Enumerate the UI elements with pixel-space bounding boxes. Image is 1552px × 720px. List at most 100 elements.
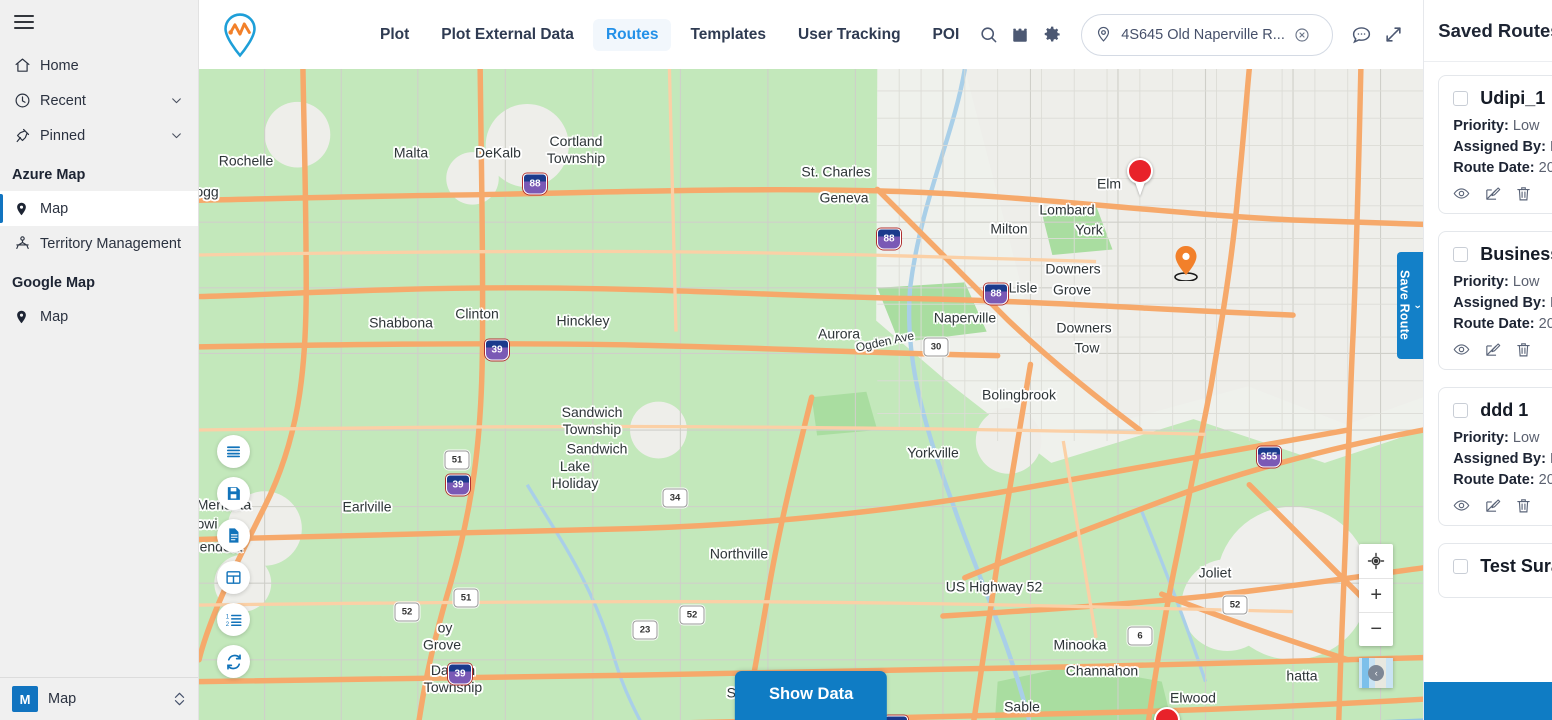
map-badge: M <box>12 686 38 712</box>
map-area[interactable]: Rochelle ogg Malta DeKalb Cortland Township S… <box>199 69 1424 720</box>
save-route-label: Save Route <box>1397 270 1412 341</box>
grid-icon <box>226 571 241 584</box>
route-card[interactable]: Udipi_1 Priority: Low Assigned By: Mike Yo… <box>1438 75 1552 214</box>
clear-circle-icon[interactable] <box>1294 27 1310 43</box>
route-card-header: Test Surat 12 <box>1453 556 1552 577</box>
save-route-tab[interactable]: Save Route › <box>1397 252 1424 359</box>
delete-trash-icon[interactable] <box>1515 185 1532 202</box>
map-route-shield: 88 <box>877 228 901 250</box>
sidebar-footer[interactable]: M Map <box>0 677 198 720</box>
chevron-down-icon[interactable] <box>166 129 186 142</box>
map-pin-logo-icon[interactable] <box>217 12 263 58</box>
tab-routes[interactable]: Routes <box>592 18 672 51</box>
delete-trash-icon[interactable] <box>1515 497 1532 514</box>
svg-text:1: 1 <box>225 614 229 620</box>
edit-pencil-icon[interactable] <box>1484 497 1501 514</box>
grid-button[interactable] <box>217 561 250 594</box>
up-down-chevron-icon[interactable] <box>173 689 186 709</box>
clock-icon <box>14 92 40 109</box>
view-eye-icon[interactable] <box>1453 341 1470 358</box>
tab-plot-external-data[interactable]: Plot External Data <box>428 19 587 51</box>
edit-pencil-icon[interactable] <box>1484 185 1501 202</box>
document-button[interactable] <box>217 519 250 552</box>
sidebar-footer-label: Map <box>48 691 77 707</box>
route-checkbox[interactable] <box>1453 91 1469 106</box>
calendar-icon[interactable] <box>1004 19 1036 51</box>
route-card[interactable]: ddd 1 Priority: Low Assigned By: Mike Youn… <box>1438 387 1552 526</box>
route-priority-value: Low <box>1512 118 1540 134</box>
app-root: Home Recent Pinned Azure Map Map Territo… <box>0 0 1552 720</box>
sidebar-primary-nav: Home Recent Pinned <box>0 44 198 153</box>
crosshair-icon <box>1368 552 1385 570</box>
address-input[interactable]: 4S645 Old Naperville R... <box>1121 27 1285 43</box>
route-date: Route Date: 2024-10-14 <box>1453 160 1552 176</box>
map-route-shield: 80 <box>884 715 908 720</box>
map-pin-red[interactable] <box>1154 707 1180 720</box>
route-checkbox[interactable] <box>1453 247 1469 262</box>
tab-plot[interactable]: Plot <box>367 19 422 51</box>
floppy-disk-icon <box>227 487 240 500</box>
refresh-button[interactable] <box>217 645 250 678</box>
view-eye-icon[interactable] <box>1453 185 1470 202</box>
route-name: Business Tour <box>1480 244 1552 264</box>
route-checkbox[interactable] <box>1453 403 1469 418</box>
route-date: Route Date: 2024-10-23 <box>1453 316 1552 332</box>
route-checkbox[interactable] <box>1453 559 1469 574</box>
sidebar-item-pinned[interactable]: Pinned <box>0 118 198 153</box>
route-card[interactable]: Business Tour Priority: Low Assigned By: M… <box>1438 231 1552 370</box>
expand-arrows-icon[interactable] <box>1377 19 1409 51</box>
map-route-shield: 88 <box>523 173 547 195</box>
sidebar-item-label: Pinned <box>40 127 86 144</box>
sidebar-group-azure-map: Azure Map <box>12 167 86 183</box>
route-date-value: 2024-10-14 <box>1538 160 1552 176</box>
saved-routes-panel: Saved Routes Udipi_1 Priority: Low Assigne… <box>1423 0 1552 720</box>
zoom-out-button[interactable]: − <box>1359 612 1394 646</box>
sidebar-item-google-map[interactable]: Map <box>0 299 198 334</box>
map-route-shield: 51 <box>453 588 479 608</box>
edit-pencil-icon[interactable] <box>1484 341 1501 358</box>
layers-list-button[interactable] <box>217 435 250 468</box>
zoom-in-button[interactable]: + <box>1359 578 1394 612</box>
tab-templates[interactable]: Templates <box>677 19 779 51</box>
sidebar-item-label: Map <box>40 200 69 217</box>
view-eye-icon[interactable] <box>1453 497 1470 514</box>
route-card-header: Udipi_1 <box>1453 88 1552 109</box>
search-icon[interactable] <box>972 19 1004 51</box>
top-right-controls: 4S645 Old Naperville R... <box>972 13 1409 56</box>
map-pin-red[interactable] <box>1127 158 1153 196</box>
saved-routes-list[interactable]: Udipi_1 Priority: Low Assigned By: Mike Yo… <box>1424 62 1552 720</box>
route-assigned-by: Assigned By: Mike Young <box>1453 451 1552 467</box>
collapse-left-icon[interactable]: ‹ <box>1368 665 1385 681</box>
chevron-down-icon[interactable] <box>166 94 186 107</box>
map-route-shield: 6 <box>1127 626 1153 646</box>
go-button[interactable]: Go <box>1424 682 1552 720</box>
locate-me-button[interactable] <box>1359 544 1393 578</box>
sidebar-item-territory-management[interactable]: Territory Management <box>0 226 198 261</box>
location-pin-icon <box>1095 26 1112 43</box>
sidebar-item-azure-map[interactable]: Map <box>0 191 198 226</box>
minimap-toggle[interactable]: ‹ <box>1359 658 1394 688</box>
lines-icon <box>226 446 241 458</box>
location-pin-icon <box>14 308 40 326</box>
show-data-button[interactable]: Show Data <box>734 671 888 720</box>
tab-user-tracking[interactable]: User Tracking <box>785 19 914 51</box>
menu-toggle[interactable] <box>0 0 198 44</box>
map-route-shield: 88 <box>984 283 1008 305</box>
map-zoom-controls: + − <box>1359 544 1394 646</box>
map-pin-orange-selected[interactable] <box>1173 245 1199 281</box>
gear-icon[interactable] <box>1036 19 1068 51</box>
route-card-actions <box>1453 341 1552 358</box>
sidebar-item-home[interactable]: Home <box>0 48 198 83</box>
hamburger-icon[interactable] <box>14 15 34 29</box>
address-search-box[interactable]: 4S645 Old Naperville R... <box>1081 13 1334 56</box>
saved-routes-header: Saved Routes <box>1424 0 1552 62</box>
tab-poi[interactable]: POI <box>920 19 973 51</box>
chat-bubble-icon[interactable] <box>1345 19 1377 51</box>
delete-trash-icon[interactable] <box>1515 341 1532 358</box>
route-card[interactable]: Test Surat 12 <box>1438 543 1552 598</box>
ordered-list-button[interactable]: 12 <box>217 603 250 636</box>
save-button[interactable] <box>217 477 250 510</box>
sidebar-item-recent[interactable]: Recent <box>0 83 198 118</box>
map-route-shield: 23 <box>632 620 658 640</box>
map-route-shield: 52 <box>394 602 420 622</box>
